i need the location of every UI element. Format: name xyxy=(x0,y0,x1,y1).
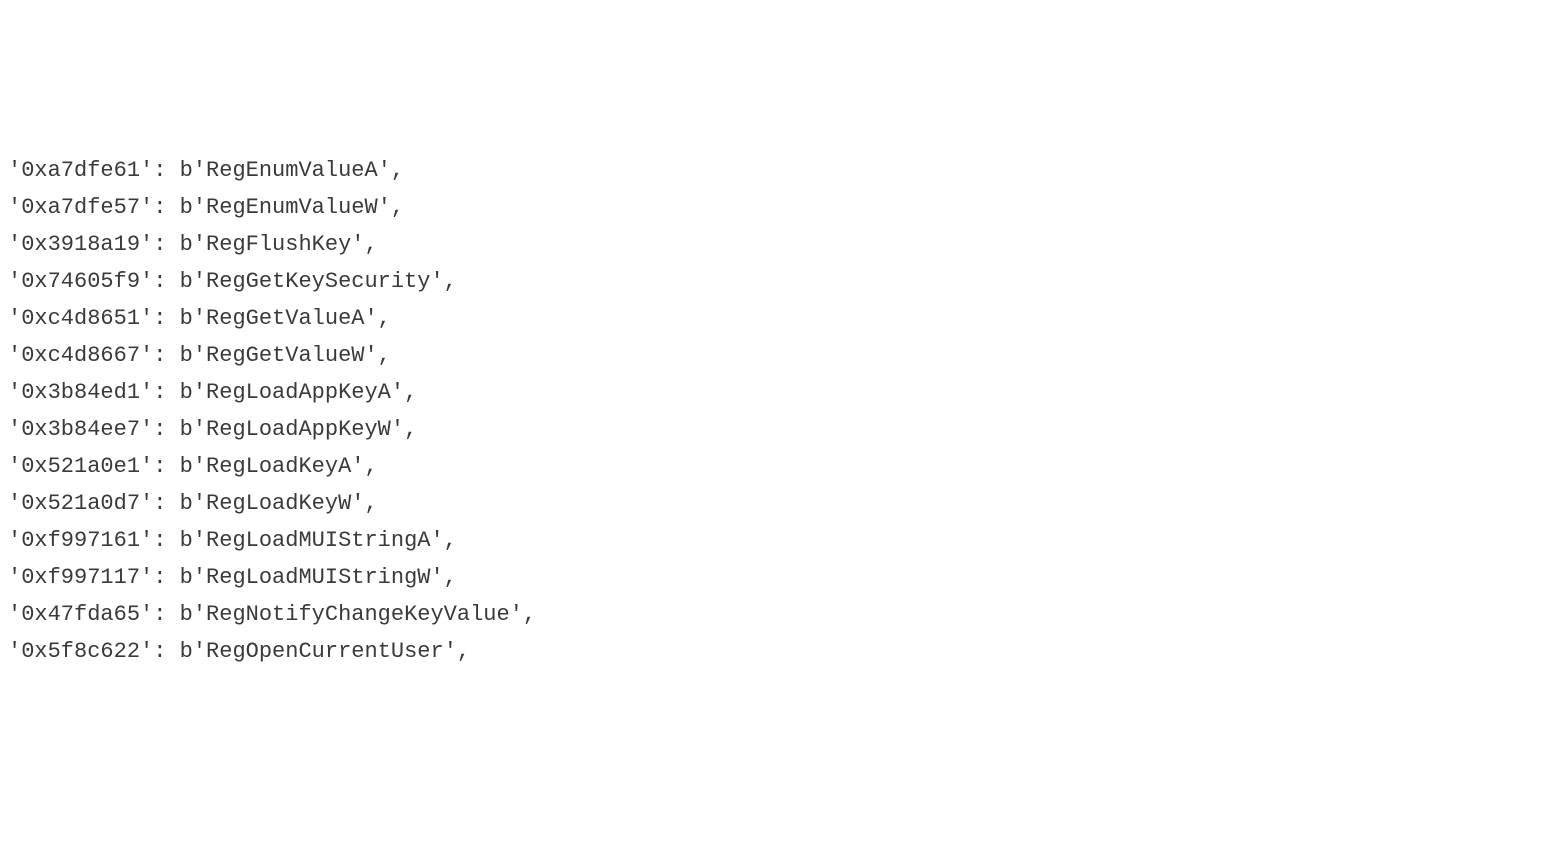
separator: : b' xyxy=(153,565,206,590)
separator: : b' xyxy=(153,195,206,220)
separator: : b' xyxy=(153,454,206,479)
code-line: '0xc4d8651': b'RegGetValueA', xyxy=(8,300,1550,337)
hash-key: '0x74605f9' xyxy=(8,269,153,294)
suffix: ', xyxy=(430,528,456,553)
separator: : b' xyxy=(153,380,206,405)
api-name: RegNotifyChangeKeyValue xyxy=(206,602,510,627)
code-line: '0xa7dfe61': b'RegEnumValueA', xyxy=(8,152,1550,189)
hash-key: '0xa7dfe57' xyxy=(8,195,153,220)
suffix: ', xyxy=(351,491,377,516)
suffix: ', xyxy=(444,639,470,664)
separator: : b' xyxy=(153,269,206,294)
hash-key: '0x3918a19' xyxy=(8,232,153,257)
api-name: RegLoadMUIStringA xyxy=(206,528,430,553)
hash-key: '0xf997117' xyxy=(8,565,153,590)
api-name: RegLoadAppKeyA xyxy=(206,380,391,405)
separator: : b' xyxy=(153,306,206,331)
hash-key: '0xf997161' xyxy=(8,528,153,553)
api-name: RegGetValueW xyxy=(206,343,364,368)
api-name: RegLoadKeyA xyxy=(206,454,351,479)
separator: : b' xyxy=(153,528,206,553)
separator: : b' xyxy=(153,639,206,664)
hash-key: '0xa7dfe61' xyxy=(8,158,153,183)
code-line: '0x5f8c622': b'RegOpenCurrentUser', xyxy=(8,633,1550,670)
code-line: '0x521a0e1': b'RegLoadKeyA', xyxy=(8,448,1550,485)
code-line: '0x3b84ed1': b'RegLoadAppKeyA', xyxy=(8,374,1550,411)
suffix: ', xyxy=(430,565,456,590)
code-line: '0x47fda65': b'RegNotifyChangeKeyValue', xyxy=(8,596,1550,633)
api-name: RegGetKeySecurity xyxy=(206,269,430,294)
hash-key: '0x521a0e1' xyxy=(8,454,153,479)
code-block: '0xa7dfe61': b'RegEnumValueA','0xa7dfe57… xyxy=(8,152,1550,670)
hash-key: '0xc4d8651' xyxy=(8,306,153,331)
suffix: ', xyxy=(430,269,456,294)
code-line: '0xc4d8667': b'RegGetValueW', xyxy=(8,337,1550,374)
separator: : b' xyxy=(153,232,206,257)
separator: : b' xyxy=(153,602,206,627)
suffix: ', xyxy=(351,454,377,479)
hash-key: '0x3b84ed1' xyxy=(8,380,153,405)
separator: : b' xyxy=(153,343,206,368)
suffix: ', xyxy=(510,602,536,627)
api-name: RegFlushKey xyxy=(206,232,351,257)
separator: : b' xyxy=(153,491,206,516)
code-line: '0x521a0d7': b'RegLoadKeyW', xyxy=(8,485,1550,522)
api-name: RegGetValueA xyxy=(206,306,364,331)
code-line: '0x3b84ee7': b'RegLoadAppKeyW', xyxy=(8,411,1550,448)
api-name: RegEnumValueW xyxy=(206,195,378,220)
suffix: ', xyxy=(391,380,417,405)
suffix: ', xyxy=(391,417,417,442)
code-line: '0xf997117': b'RegLoadMUIStringW', xyxy=(8,559,1550,596)
api-name: RegLoadAppKeyW xyxy=(206,417,391,442)
api-name: RegLoadMUIStringW xyxy=(206,565,430,590)
hash-key: '0xc4d8667' xyxy=(8,343,153,368)
api-name: RegLoadKeyW xyxy=(206,491,351,516)
suffix: ', xyxy=(378,158,404,183)
hash-key: '0x521a0d7' xyxy=(8,491,153,516)
suffix: ', xyxy=(364,343,390,368)
api-name: RegOpenCurrentUser xyxy=(206,639,444,664)
separator: : b' xyxy=(153,158,206,183)
code-line: '0x3918a19': b'RegFlushKey', xyxy=(8,226,1550,263)
code-line: '0xa7dfe57': b'RegEnumValueW', xyxy=(8,189,1550,226)
api-name: RegEnumValueA xyxy=(206,158,378,183)
separator: : b' xyxy=(153,417,206,442)
hash-key: '0x5f8c622' xyxy=(8,639,153,664)
suffix: ', xyxy=(378,195,404,220)
hash-key: '0x3b84ee7' xyxy=(8,417,153,442)
suffix: ', xyxy=(351,232,377,257)
suffix: ', xyxy=(364,306,390,331)
code-line: '0x74605f9': b'RegGetKeySecurity', xyxy=(8,263,1550,300)
hash-key: '0x47fda65' xyxy=(8,602,153,627)
